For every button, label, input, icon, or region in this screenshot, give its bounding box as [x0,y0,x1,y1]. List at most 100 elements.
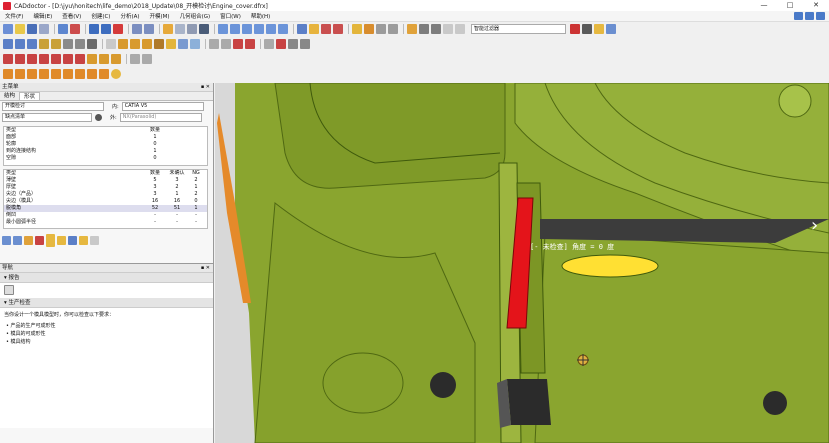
extrude-icon[interactable] [63,69,73,79]
export-report-icon[interactable] [90,235,99,245]
analysis-icon[interactable] [309,24,319,34]
remove-icon[interactable] [245,39,255,49]
revolve-icon[interactable] [75,69,85,79]
arc-icon[interactable] [27,54,37,64]
next-arrow-icon[interactable]: › [811,215,818,236]
nav-section-production[interactable]: ▾ 生产检查 [0,298,213,308]
view-left-icon[interactable] [242,24,252,34]
deselect-icon[interactable] [582,24,592,34]
undo-icon[interactable] [89,24,99,34]
highlighted-face[interactable] [561,254,659,278]
layer-icon[interactable] [364,24,374,34]
offset-icon[interactable] [154,39,164,49]
surface-icon[interactable] [142,39,152,49]
sphere-icon[interactable] [175,24,185,34]
view-back-icon[interactable] [230,24,240,34]
grid-icon[interactable] [376,24,386,34]
line-icon[interactable] [3,54,13,64]
menu-help[interactable]: 帮助(H) [246,12,275,20]
target-icon[interactable] [333,24,343,34]
options-icon[interactable] [606,24,616,34]
view-iso-icon[interactable] [278,24,288,34]
text-icon[interactable] [87,39,97,49]
table-row[interactable]: 厚壁 3 2 1 [4,184,207,191]
curve-icon[interactable] [419,24,429,34]
list-item[interactable]: 模具结构 [6,338,213,346]
select-body-icon[interactable] [27,39,37,49]
point-icon[interactable] [75,54,85,64]
cut-icon[interactable] [233,39,243,49]
rotate-icon[interactable] [132,24,142,34]
import-icon[interactable] [58,24,68,34]
solid-sphere-icon[interactable] [39,69,49,79]
open-icon[interactable] [15,24,25,34]
table-row-selected[interactable]: 脱模角 52 51 1 [4,205,207,212]
filter-icon[interactable] [407,24,417,34]
move-icon[interactable] [264,39,274,49]
plane-icon[interactable] [87,54,97,64]
warning-icon[interactable] [46,233,55,247]
save-icon[interactable] [27,24,37,34]
scale-icon[interactable] [288,39,298,49]
select-face-icon[interactable] [3,39,13,49]
trim-icon[interactable] [39,39,49,49]
mirror-icon[interactable] [190,39,200,49]
table-row[interactable]: 尖边（产品） 3 1 2 [4,191,207,198]
boolean-icon[interactable] [111,69,121,79]
close-button[interactable]: ✕ [803,0,829,11]
out-format-field[interactable]: NX(Parasolid) [119,113,202,122]
table-row[interactable]: 最小圆弧半径 - - - [4,219,207,226]
menu-file[interactable]: 文件(F) [0,12,28,20]
extend-icon[interactable] [51,39,61,49]
menu-view[interactable]: 查看(V) [57,12,86,20]
table-row[interactable]: 面部 1 [4,134,207,141]
solid-icon[interactable] [199,24,209,34]
fill-icon[interactable] [118,39,128,49]
redo-icon[interactable] [101,24,111,34]
prev-icon[interactable] [57,235,66,245]
export-icon[interactable] [70,24,80,34]
layout-icon[interactable] [794,12,803,20]
table-row[interactable]: 空隙 0 [4,155,207,162]
tab-shape[interactable]: 形状 [19,92,41,100]
menu-edit[interactable]: 编辑(E) [28,12,57,20]
pin-icon[interactable]: ▪ ✕ [201,264,210,273]
info-icon[interactable] [352,24,362,34]
frame-icon[interactable] [455,24,465,34]
path-icon[interactable] [431,24,441,34]
next-icon[interactable] [68,235,77,245]
view-top-icon[interactable] [266,24,276,34]
polygon-icon[interactable] [111,54,121,64]
loft-icon[interactable] [99,69,109,79]
color-icon[interactable] [163,24,173,34]
blend-icon[interactable] [166,39,176,49]
ellipse-icon[interactable] [63,54,73,64]
model-render[interactable] [215,83,829,443]
maximize-button[interactable]: □ [777,0,803,11]
table-row[interactable]: 尖边（模具） 16 16 0 [4,198,207,205]
tab-structure[interactable]: 结构 [0,92,19,100]
cross-icon[interactable] [276,39,286,49]
rect-icon[interactable] [99,54,109,64]
patch-icon[interactable] [130,39,140,49]
delete-icon[interactable] [113,24,123,34]
report-icon[interactable] [79,235,88,245]
table-row[interactable]: 到的连接结构 1 [4,148,207,155]
menu-create[interactable]: 创建(C) [86,12,115,20]
align-icon[interactable] [300,39,310,49]
menu-window[interactable]: 窗口(W) [215,12,246,20]
split-icon[interactable] [63,39,73,49]
list-item[interactable]: 模具的可成形性 [6,330,213,338]
copy-icon[interactable] [209,39,219,49]
fillet-icon[interactable] [178,39,188,49]
filter-dropdown[interactable]: 智能过滤器 [471,24,566,34]
pin-icon[interactable]: ▪ ✕ [201,83,210,92]
layer-a-icon[interactable] [106,39,116,49]
project-icon[interactable] [130,54,140,64]
nav-section-report[interactable]: ▾ 报告 [0,273,213,283]
settings-icon[interactable] [95,114,102,121]
solid-box-icon[interactable] [3,69,13,79]
solid-torus-icon[interactable] [51,69,61,79]
view-right-icon[interactable] [254,24,264,34]
table-row[interactable]: 薄壁 5 3 2 [4,177,207,184]
